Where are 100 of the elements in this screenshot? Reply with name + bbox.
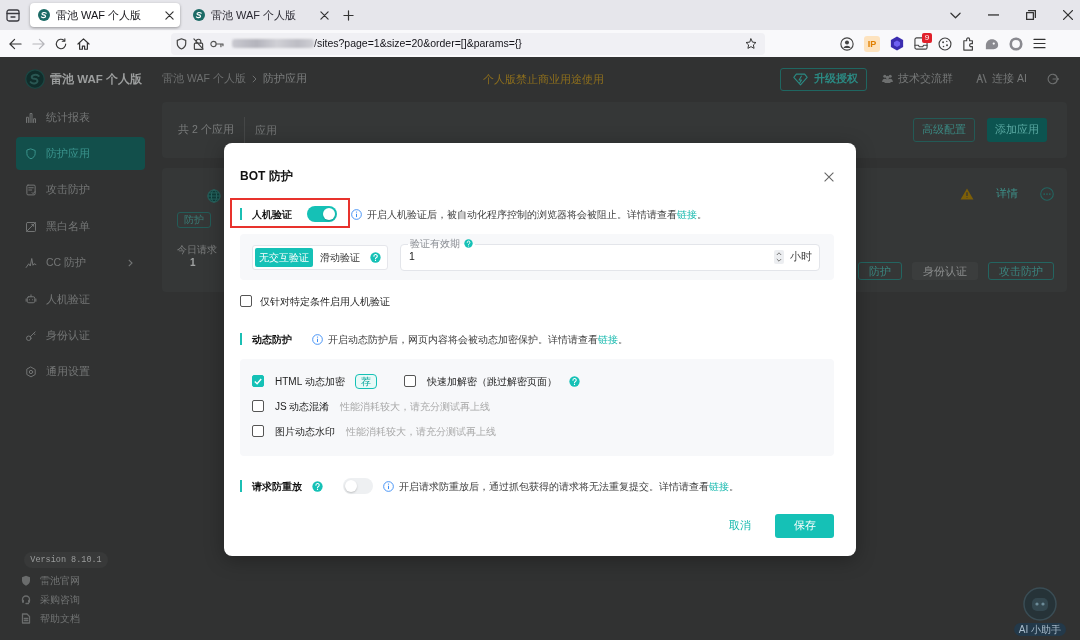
cookie-icon[interactable]: [938, 36, 952, 51]
gear-icon: [25, 366, 37, 379]
protection-tag: 身份认证: [912, 262, 978, 280]
close-icon[interactable]: [1063, 10, 1073, 20]
menu-icon[interactable]: [1033, 38, 1046, 49]
favicon-icon: [38, 9, 50, 21]
detail-link[interactable]: 详情: [996, 187, 1018, 201]
browser-tab[interactable]: 雷池 WAF 个人版: [185, 3, 335, 27]
ai-link[interactable]: 连接 AI: [976, 72, 1027, 86]
ring-icon[interactable]: [1009, 36, 1023, 51]
advanced-config-button[interactable]: 高级配置: [913, 118, 975, 142]
breadcrumb-current: 防护应用: [262, 72, 307, 86]
sidebar-item[interactable]: 统计报表: [16, 101, 145, 134]
shield-icon: [21, 575, 31, 586]
mode-option[interactable]: 滑动验证: [316, 247, 364, 267]
assistant-label: AI 小助手: [1013, 623, 1066, 636]
checkbox[interactable]: [403, 375, 416, 387]
cancel-button[interactable]: 取消: [719, 514, 761, 538]
details-link[interactable]: 链接: [598, 333, 618, 345]
hexagon-icon[interactable]: [890, 36, 904, 51]
home-icon[interactable]: [77, 37, 90, 50]
checkbox-label: 仅针对特定条件启用人机验证: [260, 294, 390, 308]
option-label: 图片动态水印: [275, 424, 335, 438]
toggle-switch[interactable]: [307, 206, 337, 222]
bolt-icon: [793, 72, 809, 86]
restore-icon[interactable]: [1026, 10, 1036, 20]
unit-label: 小时: [790, 250, 812, 264]
new-tab-icon[interactable]: [343, 9, 354, 21]
close-tab-icon[interactable]: [320, 10, 329, 20]
tab-list-icon[interactable]: [6, 8, 20, 22]
key-icon: [210, 39, 224, 48]
headset-icon: [21, 594, 31, 605]
warning-icon: [960, 188, 974, 200]
details-link[interactable]: 链接: [677, 208, 697, 220]
chevron-right-icon: [251, 75, 257, 83]
back-arrow-icon[interactable]: [9, 37, 22, 50]
upgrade-button[interactable]: 升级授权: [780, 67, 868, 91]
checkbox[interactable]: [252, 400, 264, 412]
app-count: 共 2 个应用: [178, 123, 234, 137]
chevron-down-icon[interactable]: [950, 11, 961, 19]
mode-option[interactable]: 无交互验证: [255, 247, 313, 267]
modal-title: BOT 防护: [240, 169, 293, 185]
account-icon[interactable]: [840, 36, 854, 51]
section-title: 人机验证: [252, 207, 292, 221]
info-icon: [383, 480, 394, 492]
spinner-icon[interactable]: [774, 250, 784, 264]
people-icon: [882, 74, 894, 84]
checkbox[interactable]: [252, 375, 264, 387]
field-value: 1: [409, 250, 416, 264]
picture-frame-icon: [25, 220, 37, 233]
shield-icon[interactable]: [176, 37, 187, 50]
protection-tag: 防护: [858, 262, 902, 280]
favicon-icon: [193, 9, 205, 21]
field-label: 验证有效期: [410, 236, 460, 250]
document-check-icon: [25, 184, 37, 197]
version-label: Version 8.10.1: [24, 552, 108, 568]
section-title: 动态防护: [252, 332, 292, 346]
close-icon[interactable]: [824, 172, 834, 182]
sidebar-item[interactable]: 通用设置: [16, 355, 145, 389]
sidebar-item[interactable]: 黑白名单: [16, 210, 145, 244]
notification-badge: 9: [922, 33, 932, 43]
ip-extension-button[interactable]: IP: [864, 35, 880, 52]
info-text: 开启动态防护后，网页内容将会被动态加密保护。详情请查看链接。: [328, 332, 628, 346]
sidebar-item[interactable]: CC 防护: [16, 246, 145, 280]
lock-icon[interactable]: [193, 37, 204, 50]
details-link[interactable]: 链接: [709, 480, 729, 492]
sidebar-item[interactable]: 攻击防护: [16, 173, 145, 207]
section-accent-bar: [240, 480, 242, 492]
close-tab-icon[interactable]: [165, 10, 174, 20]
pulse-line-icon: [25, 257, 37, 270]
community-link[interactable]: 技术交流群: [882, 72, 954, 86]
reload-icon[interactable]: [55, 37, 67, 50]
bookmark-star-icon[interactable]: [745, 37, 757, 50]
save-button[interactable]: 保存: [775, 514, 834, 538]
section-title: 请求防重放: [252, 479, 302, 493]
info-icon: [312, 333, 323, 345]
product-name: 雷池 WAF 个人版: [50, 71, 142, 87]
logo-icon: [25, 69, 45, 89]
shield-icon: [25, 147, 37, 160]
mode-selector[interactable]: 无交互验证 滑动验证: [252, 244, 388, 270]
add-app-button[interactable]: 添加应用: [987, 118, 1047, 142]
browser-tab[interactable]: 雷池 WAF 个人版: [30, 3, 180, 27]
info-text: 开启人机验证后，被自动化程序控制的浏览器将会被阻止。详情请查看链接。: [367, 207, 707, 221]
recommended-badge: 荐: [354, 373, 377, 389]
checkbox[interactable]: [252, 425, 264, 437]
puzzle-icon[interactable]: [962, 36, 975, 51]
toggle-switch[interactable]: [343, 478, 373, 494]
address-bar[interactable]: /sites?page=1&size=20&order=[]&params={}: [171, 32, 765, 55]
robot-icon: [25, 293, 37, 306]
tray-icon[interactable]: [914, 37, 928, 50]
key-icon: [25, 329, 37, 342]
extension-icon[interactable]: [985, 37, 999, 50]
checkbox[interactable]: [240, 295, 252, 307]
logout-icon[interactable]: [1047, 73, 1059, 85]
option-label: HTML 动态加密: [275, 374, 345, 388]
sidebar-item[interactable]: 防护应用: [16, 137, 145, 171]
bar-chart-icon: [25, 111, 37, 124]
section-accent-bar: [240, 333, 242, 345]
protection-tag: 攻击防护: [988, 262, 1054, 280]
option-label: JS 动态混淆: [275, 399, 330, 413]
